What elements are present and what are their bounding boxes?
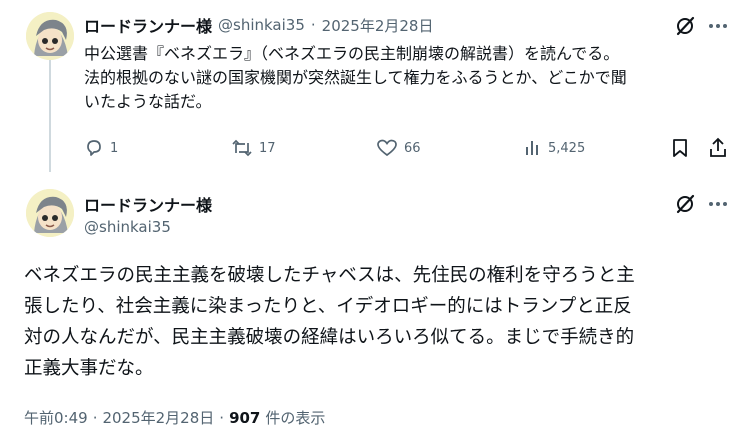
author-handle[interactable]: @shinkai35 [218, 16, 305, 34]
separator: · [92, 408, 98, 427]
thread-line [49, 60, 51, 172]
view-count: 907 [229, 408, 261, 427]
text-line: 正義大事だな。 [24, 358, 154, 379]
reply-button[interactable]: 1 [84, 138, 118, 158]
text-line: 対の人なんだが、民主主義破壊の経緯はいろいろ似てる。まじで手続き的 [24, 327, 635, 348]
author-name[interactable]: ロードランナー様 [84, 13, 212, 37]
main-post-text: ベネズエラの民主主義を破壊したチャベスは、先住民の権利を守ろうと主 張したり、社… [24, 260, 734, 384]
reply-bubble-icon [84, 138, 104, 158]
text-line: 張したり、社会主義に染まったりと、イデオロギー的にはトランプと正反 [24, 296, 632, 317]
repost-button[interactable]: 17 [231, 138, 276, 158]
views-bars-icon [524, 138, 542, 158]
avatar[interactable] [26, 189, 74, 237]
post-date[interactable]: 2025年2月28日 [322, 15, 434, 36]
author-handle[interactable]: @shinkai35 [84, 218, 171, 236]
like-button[interactable]: 66 [376, 138, 421, 158]
reply-count: 1 [110, 140, 119, 156]
avatar[interactable] [26, 12, 74, 60]
repost-count: 17 [259, 140, 276, 156]
reply-target-text: 中公選書『ベネズエラ』（ベネズエラの民主制崩壊の解説書）を読んでる。 法的根拠の… [84, 42, 734, 114]
grok-slash-icon[interactable] [674, 15, 696, 37]
post-time[interactable]: 午前0:49 [24, 407, 88, 428]
post-meta: 午前0:49 · 2025年2月28日 · 907 件の表示 [24, 407, 325, 428]
view-count: 5,425 [548, 140, 586, 156]
heart-icon [376, 138, 398, 158]
post-date[interactable]: 2025年2月28日 [102, 407, 214, 428]
text-line: ベネズエラの民主主義を破壊したチャベスは、先住民の権利を守ろうと主 [24, 265, 635, 286]
text-line: 中公選書『ベネズエラ』（ベネズエラの民主制崩壊の解説書）を読んでる。 [84, 44, 620, 63]
views-button[interactable]: 5,425 [524, 138, 585, 158]
views-label: 件の表示 [265, 409, 326, 427]
separator: · [310, 16, 316, 34]
share-icon[interactable] [708, 137, 728, 159]
reply-target-header: ロードランナー様 @shinkai35 · 2025年2月28日 [84, 13, 433, 37]
more-dots-icon[interactable] [707, 18, 729, 34]
author-name[interactable]: ロードランナー様 [84, 192, 212, 216]
repost-arrows-icon [231, 138, 253, 158]
like-count: 66 [404, 140, 421, 156]
bookmark-icon[interactable] [670, 138, 690, 158]
more-dots-icon[interactable] [707, 196, 729, 212]
grok-slash-icon[interactable] [674, 193, 696, 215]
text-line: いたような話だ。 [84, 92, 212, 111]
text-line: 法的根拠のない謎の国家機関が突然誕生して権力をふるうとか、どこかで聞 [84, 68, 627, 87]
separator: · [219, 408, 225, 427]
